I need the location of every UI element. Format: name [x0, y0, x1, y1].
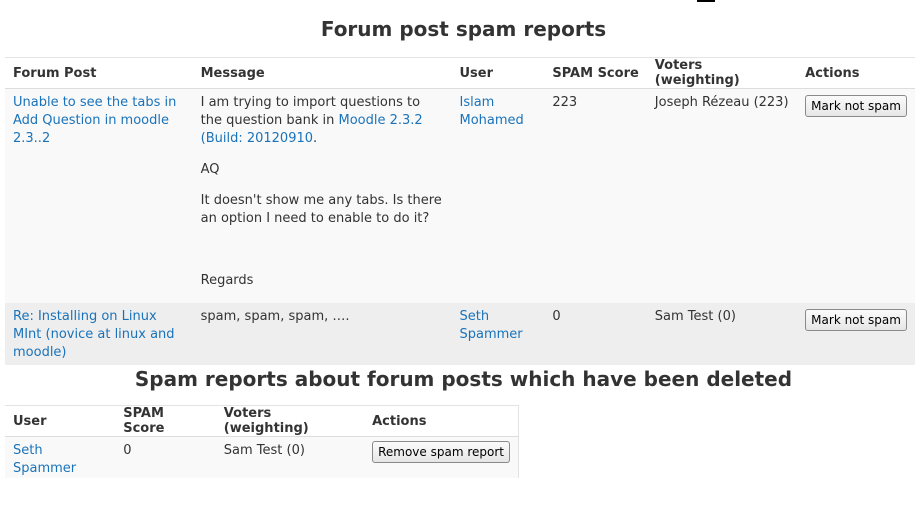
column-header-actions: Actions [364, 405, 520, 437]
column-header-message: Message [192, 57, 452, 89]
user-link[interactable]: Islam Mohamed [460, 95, 524, 128]
message-cell: spam, spam, spam, …. [193, 303, 452, 365]
table-header-row: User SPAM Score Voters (weighting) Actio… [5, 405, 520, 437]
message-paragraph: I am trying to import questions to the q… [201, 94, 444, 148]
message-paragraph: AQ [200, 162, 220, 177]
forum-post-link[interactable]: Re: Installing on Linux MInt (novice at … [13, 309, 175, 360]
voters-value: Sam Test (0) [223, 443, 305, 458]
message-text-end: . [313, 131, 318, 146]
mark-not-spam-button[interactable]: Mark not spam [805, 95, 907, 117]
voters-value: Sam Test (0) [654, 309, 736, 324]
mark-not-spam-button[interactable]: Mark not spam [805, 309, 907, 331]
forum-post-link[interactable]: Unable to see the tabs in Add Question i… [13, 95, 176, 146]
user-link[interactable]: Seth Spammer [13, 443, 76, 476]
table-row: Seth Spammer 0 Sam Test (0) Remove spam … [5, 436, 520, 478]
user-link[interactable]: Seth Spammer [460, 309, 523, 342]
column-header-user: User [5, 405, 116, 437]
remove-spam-report-button[interactable]: Remove spam report [372, 441, 510, 463]
spam-reports-page: Forum post spam reports Forum Post Messa… [0, 0, 919, 509]
spam-score-value: 0 [123, 443, 132, 458]
column-header-spam-score: SPAM Score [115, 405, 216, 437]
deleted-section-title: Spam reports about forum posts which hav… [134, 367, 793, 391]
spam-score-value: 223 [552, 95, 578, 110]
column-header-forum-post: Forum Post [5, 57, 193, 89]
column-header-user: User [451, 57, 545, 89]
page-title: Forum post spam reports [320, 17, 607, 41]
column-header-actions: Actions [797, 57, 915, 89]
voters-value: Joseph Rézeau (223) [654, 95, 789, 110]
message-cell: I am trying to import questions to the q… [193, 89, 452, 304]
top-edge-marker [697, 0, 715, 2]
table-row: Re: Installing on Linux MInt (novice at … [5, 303, 915, 365]
spam-reports-table: Forum Post Message User SPAM Score Voter… [5, 57, 915, 365]
deleted-reports-table: User SPAM Score Voters (weighting) Actio… [5, 405, 520, 478]
spam-score-value: 0 [552, 309, 561, 324]
message-paragraph: Regards [200, 273, 254, 288]
table-header-row: Forum Post Message User SPAM Score Voter… [5, 57, 915, 89]
message-text: spam, spam, spam, …. [200, 309, 350, 324]
message-paragraph: It doesn't show me any tabs. Is there an… [200, 193, 442, 226]
table-row: Unable to see the tabs in Add Question i… [5, 88, 915, 304]
column-header-voters: Voters (weighting) [215, 405, 365, 437]
column-header-voters: Voters (weighting) [646, 57, 798, 89]
column-header-spam-score: SPAM Score [544, 57, 647, 89]
